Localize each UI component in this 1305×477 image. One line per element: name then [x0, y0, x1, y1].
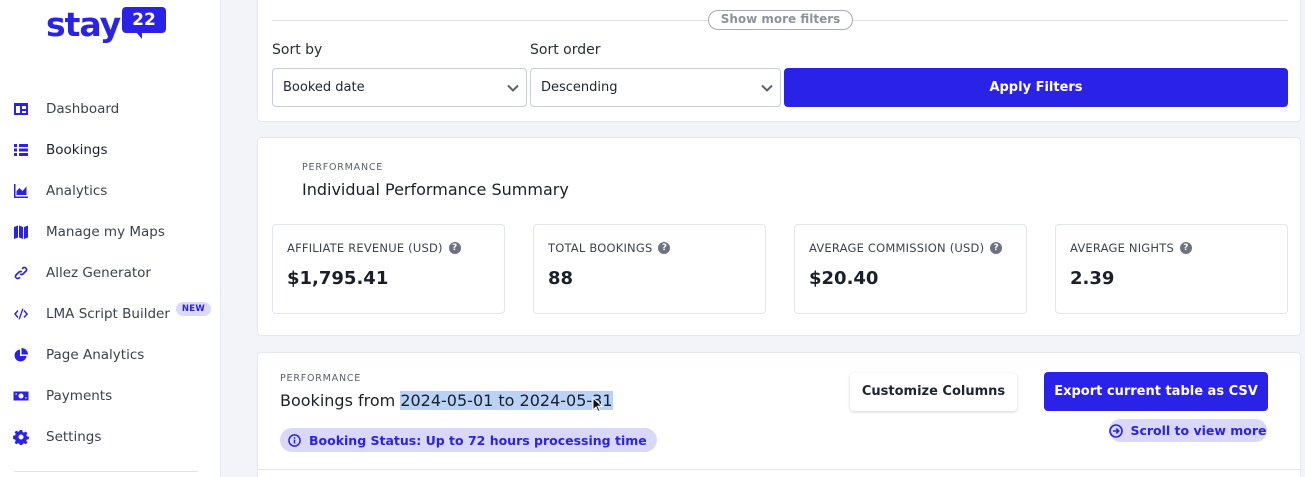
- section-eyebrow: PERFORMANCE: [302, 162, 384, 173]
- sidebar-item-label: Manage my Maps: [46, 223, 165, 240]
- scroll-to-view-more-button[interactable]: Scroll to view more: [1109, 419, 1267, 442]
- stat-value: 2.39: [1070, 268, 1115, 289]
- scroll-label: Scroll to view more: [1130, 423, 1267, 438]
- bookings-title-prefix: Bookings from: [280, 391, 401, 410]
- stat-card-average-commission: AVERAGE COMMISSION (USD) ? $20.40: [794, 224, 1027, 314]
- info-icon: [288, 433, 301, 447]
- stat-card-affiliate-revenue: AFFILIATE REVENUE (USD) ? $1,795.41: [272, 224, 505, 314]
- booking-status-text: Booking Status: Up to 72 hours processin…: [309, 432, 647, 448]
- bookings-title: Bookings from 2024-05-01 to 2024-05-31: [280, 391, 613, 410]
- sidebar-item-page-analytics[interactable]: Page Analytics: [0, 334, 221, 375]
- sidebar-item-label: Analytics: [46, 182, 108, 199]
- sidebar-item-analytics[interactable]: Analytics: [0, 170, 221, 211]
- new-badge: NEW: [175, 301, 212, 316]
- section-eyebrow: PERFORMANCE: [280, 373, 362, 384]
- section-title: Individual Performance Summary: [302, 180, 569, 199]
- sidebar-item-label: Dashboard: [46, 100, 120, 117]
- stat-label: TOTAL BOOKINGS ?: [548, 241, 671, 255]
- chevron-down-icon: [761, 84, 773, 92]
- dashboard-icon: [12, 100, 30, 118]
- stat-label: AVERAGE COMMISSION (USD) ?: [809, 241, 1003, 255]
- mouse-cursor-icon: [592, 397, 604, 413]
- sort-by-label: Sort by: [272, 42, 323, 58]
- code-icon: [12, 305, 30, 323]
- sidebar-item-label: Payments: [46, 387, 113, 404]
- stay22-logo[interactable]: stay 22: [46, 4, 176, 46]
- sidebar: stay 22 Dashboard Bookings Analytics Man…: [0, 0, 221, 477]
- sidebar-divider: [14, 471, 198, 472]
- sidebar-item-payments[interactable]: Payments: [0, 375, 221, 416]
- help-icon[interactable]: ?: [1179, 242, 1192, 254]
- arrow-right-circle-icon: [1109, 423, 1124, 438]
- help-icon[interactable]: ?: [658, 242, 671, 254]
- sidebar-item-label: LMA Script Builder: [46, 305, 170, 322]
- sidebar-item-bookings[interactable]: Bookings: [0, 129, 221, 170]
- booking-status-badge: Booking Status: Up to 72 hours processin…: [280, 428, 657, 452]
- help-icon[interactable]: ?: [448, 242, 461, 254]
- bookings-panel: PERFORMANCE Bookings from 2024-05-01 to …: [257, 352, 1302, 477]
- map-icon: [12, 223, 30, 241]
- sidebar-item-allez-generator[interactable]: Allez Generator: [0, 252, 221, 293]
- sidebar-item-lma-script-builder[interactable]: LMA Script Builder NEW: [0, 293, 221, 334]
- sidebar-item-settings[interactable]: Settings: [0, 416, 221, 457]
- sort-by-value: Booked date: [283, 80, 365, 95]
- sidebar-item-dashboard[interactable]: Dashboard: [0, 88, 221, 129]
- stat-label-text: AVERAGE NIGHTS: [1070, 241, 1174, 255]
- bookings-divider: [258, 469, 1302, 470]
- sort-by-select[interactable]: Booked date: [272, 68, 527, 107]
- stat-value: $20.40: [809, 268, 879, 289]
- gear-icon: [12, 428, 30, 446]
- sidebar-nav: Dashboard Bookings Analytics Manage my M…: [0, 88, 221, 457]
- stat-label-text: AFFILIATE REVENUE (USD): [287, 241, 443, 255]
- sort-order-select[interactable]: Descending: [530, 68, 781, 107]
- link-icon: [12, 264, 30, 282]
- stat-value: 88: [548, 268, 574, 289]
- money-icon: [12, 387, 30, 405]
- performance-summary-panel: PERFORMANCE Individual Performance Summa…: [257, 137, 1301, 336]
- chevron-down-icon: [507, 84, 519, 92]
- chart-area-icon: [12, 182, 30, 200]
- sidebar-item-label: Settings: [46, 428, 102, 445]
- logo-wordmark: stay: [46, 5, 121, 44]
- customize-columns-button[interactable]: Customize Columns: [850, 373, 1017, 411]
- stat-label-text: AVERAGE COMMISSION (USD): [809, 241, 985, 255]
- pie-chart-icon: [12, 346, 30, 364]
- stat-card-average-nights: AVERAGE NIGHTS ? 2.39: [1055, 224, 1288, 314]
- sidebar-item-manage-maps[interactable]: Manage my Maps: [0, 211, 221, 252]
- stat-label-text: TOTAL BOOKINGS: [548, 241, 653, 255]
- stat-card-total-bookings: TOTAL BOOKINGS ? 88: [533, 224, 766, 314]
- stat-label: AVERAGE NIGHTS ?: [1070, 241, 1192, 255]
- sidebar-item-label: Bookings: [46, 141, 108, 158]
- show-more-filters-button[interactable]: Show more filters: [708, 10, 853, 30]
- sidebar-item-label: Page Analytics: [46, 346, 145, 363]
- filters-panel: Show more filters Sort by Booked date So…: [257, 0, 1301, 122]
- list-icon: [12, 141, 30, 159]
- stat-label: AFFILIATE REVENUE (USD) ?: [287, 241, 461, 255]
- sort-order-label: Sort order: [530, 42, 601, 58]
- export-csv-button[interactable]: Export current table as CSV: [1044, 372, 1268, 411]
- logo-badge: 22: [122, 7, 166, 39]
- sort-order-value: Descending: [541, 80, 618, 95]
- sidebar-item-label: Allez Generator: [46, 264, 151, 281]
- date-range-text: 2024-05-01 to 2024-05-31: [400, 391, 613, 410]
- apply-filters-button[interactable]: Apply Filters: [784, 68, 1288, 107]
- stat-value: $1,795.41: [287, 268, 389, 289]
- help-icon[interactable]: ?: [990, 242, 1003, 254]
- page-edge: [1301, 0, 1305, 477]
